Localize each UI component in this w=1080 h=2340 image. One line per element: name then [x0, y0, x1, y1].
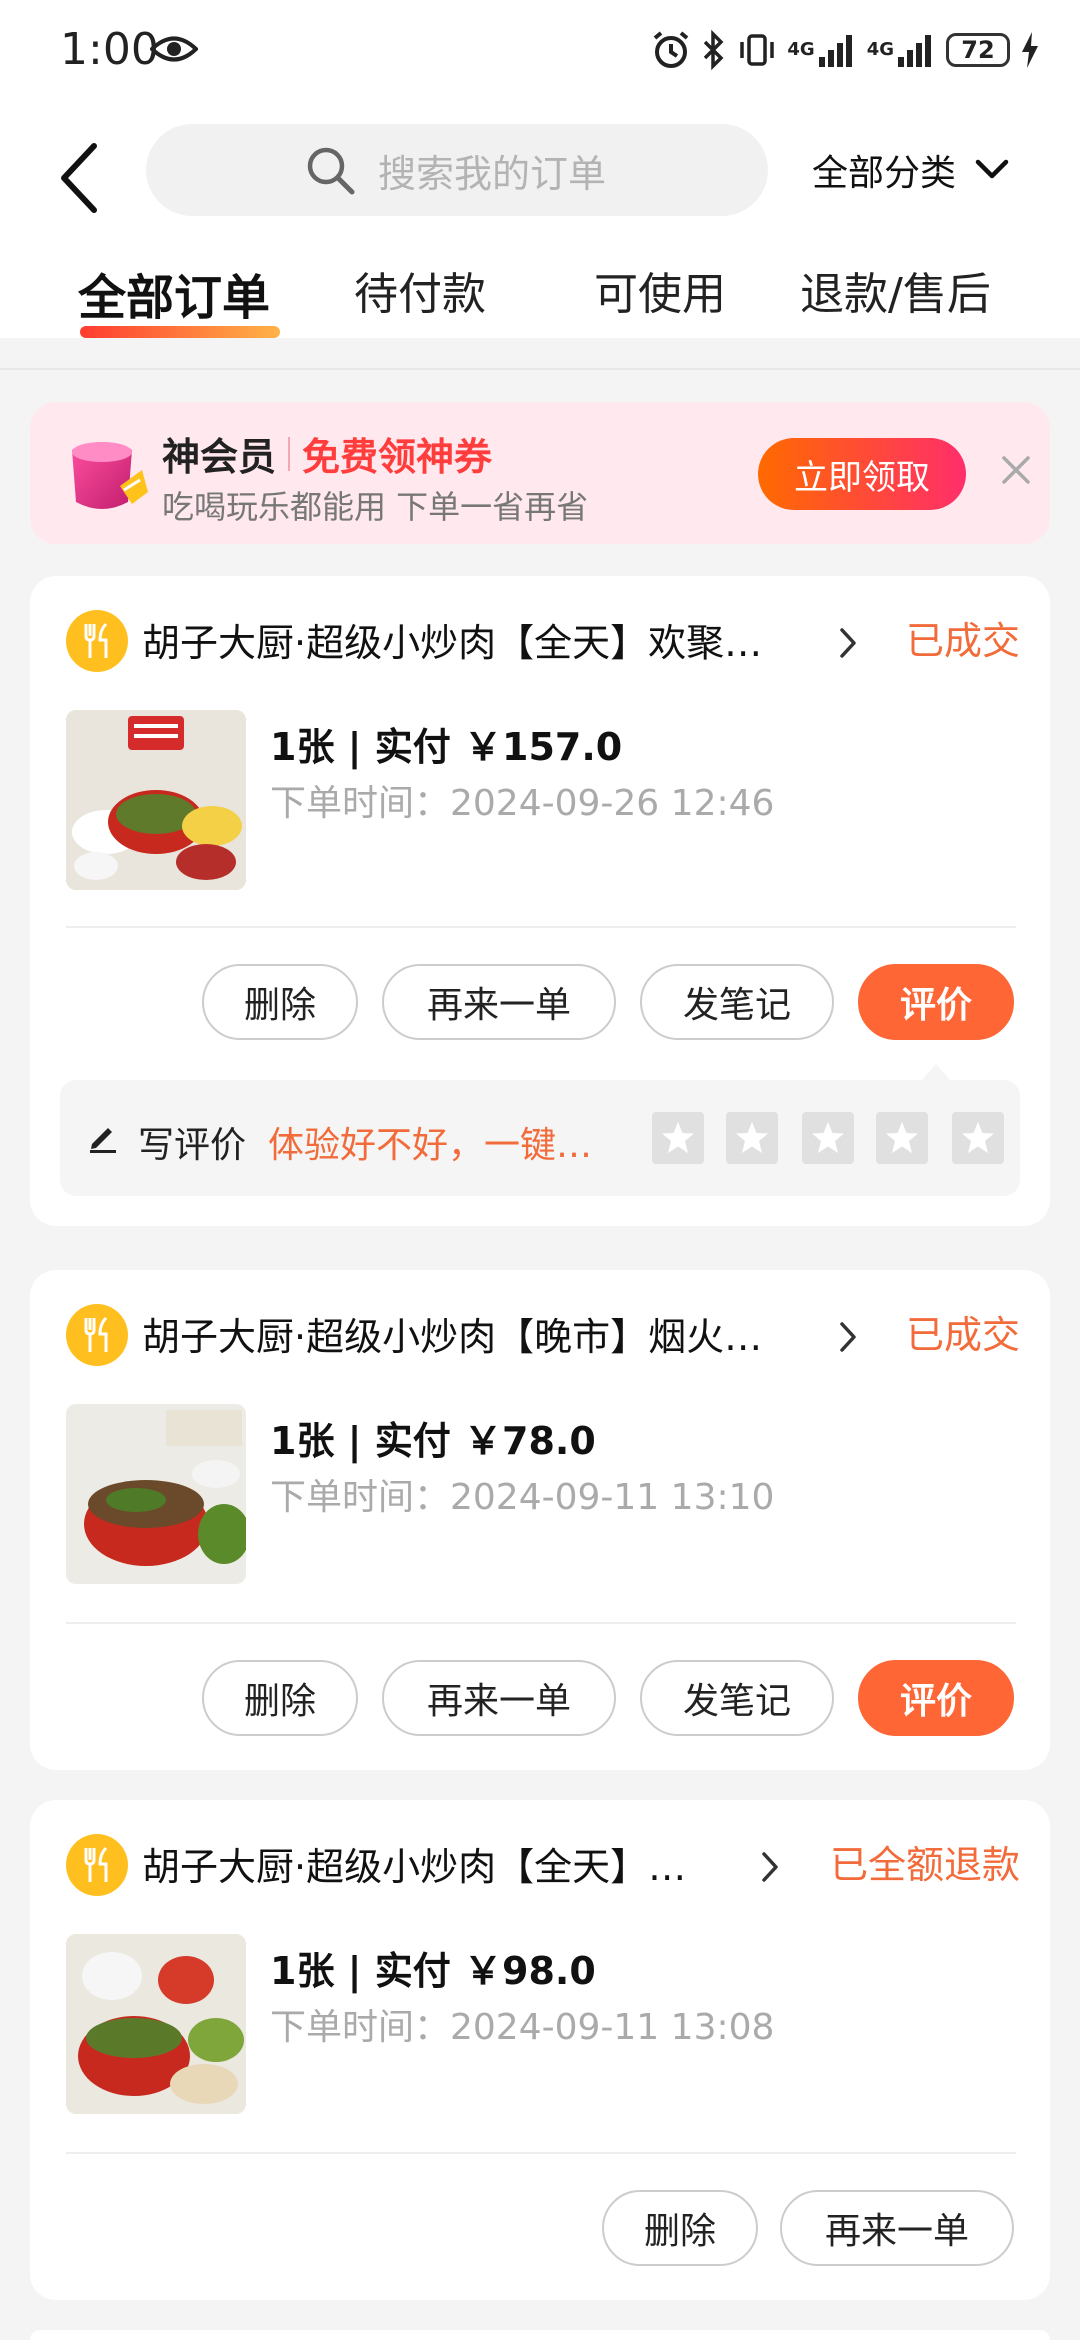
order-amount: 1张 | 实付 ￥98.0	[270, 1949, 596, 1993]
status-time: 1:00	[60, 24, 159, 75]
chevron-right-icon[interactable]	[834, 1318, 862, 1356]
header-divider	[0, 368, 1080, 370]
eye-icon	[150, 36, 198, 62]
tab-pending-payment[interactable]: 待付款	[354, 258, 486, 322]
order-status: 已成交	[905, 1313, 1020, 1357]
order-status: 已成交	[905, 619, 1020, 663]
post-note-button[interactable]: 发笔记	[640, 964, 834, 1040]
tab-usable[interactable]: 可使用	[594, 258, 726, 322]
order-time: 下单时间：2024-09-11 13:10	[270, 1477, 775, 1518]
tab-bar: 全部订单 待付款 可使用 退款/售后	[0, 258, 1080, 338]
card-divider	[66, 1622, 1016, 1624]
food-thumbnail[interactable]	[66, 1404, 246, 1584]
order-time: 下单时间：2024-09-26 12:46	[270, 783, 775, 824]
shop-name[interactable]: 胡子大厨·超级小炒肉【晚市】烟火…	[142, 1306, 822, 1361]
order-card[interactable]: 胡子大厨·超级小炒肉【晚市】烟火… 已成交 1张 | 实付 ￥78.0 下单时间…	[30, 1270, 1050, 1770]
charging-icon	[1022, 32, 1038, 68]
claim-button[interactable]: 立即领取	[758, 438, 966, 510]
chevron-right-icon[interactable]	[834, 624, 862, 662]
order-amount: 1张 | 实付 ￥78.0	[270, 1419, 596, 1463]
fork-knife-icon	[66, 1304, 128, 1366]
fork-knife-icon	[66, 1834, 128, 1896]
bluetooth-icon	[704, 29, 724, 71]
card-divider	[66, 2152, 1016, 2154]
close-icon[interactable]	[996, 450, 1036, 490]
order-card[interactable]: 胡子大厨·超级小炒肉【全天】… 已全额退款 1张 | 实付 ￥98.0 下单时间…	[30, 1800, 1050, 2300]
status-icons: 4G 4G 72	[651, 28, 1040, 72]
food-thumbnail[interactable]	[66, 710, 246, 890]
delete-button[interactable]: 删除	[602, 2190, 758, 2266]
review-prompt[interactable]: 写评价 体验好不好，一键…	[60, 1080, 1020, 1196]
status-bar: 1:00 4G 4G 72	[0, 0, 1080, 108]
tab-all-orders[interactable]: 全部订单	[78, 258, 270, 328]
star-icon[interactable]	[726, 1112, 778, 1164]
order-time: 下单时间：2024-09-11 13:08	[270, 2007, 775, 2048]
shop-name[interactable]: 胡子大厨·超级小炒肉【全天】欢聚…	[142, 612, 822, 667]
review-button[interactable]: 评价	[858, 1660, 1014, 1736]
alarm-icon	[654, 31, 689, 68]
search-placeholder: 搜索我的订单	[378, 151, 607, 196]
vibrate-icon	[740, 34, 775, 66]
tab-refund-aftersale[interactable]: 退款/售后	[800, 258, 991, 322]
review-label: 写评价	[138, 1125, 247, 1166]
category-dropdown[interactable]: 全部分类	[812, 138, 1010, 202]
signal-4g-icon: 4G	[787, 28, 856, 72]
back-arrow-icon[interactable]	[54, 138, 104, 218]
search-input[interactable]: 搜索我的订单	[146, 124, 768, 216]
star-icon[interactable]	[952, 1112, 1004, 1164]
order-card[interactable]	[30, 2330, 1050, 2340]
food-thumbnail[interactable]	[66, 1934, 246, 2114]
category-label: 全部分类	[812, 153, 957, 194]
shop-name[interactable]: 胡子大厨·超级小炒肉【全天】…	[142, 1836, 742, 1891]
reorder-button[interactable]: 再来一单	[382, 964, 616, 1040]
signal-4g-icon: 4G	[867, 28, 936, 72]
fork-knife-icon	[66, 610, 128, 672]
reorder-button[interactable]: 再来一单	[382, 1660, 616, 1736]
promo-member-label: 神会员	[162, 435, 277, 479]
post-note-button[interactable]: 发笔记	[640, 1660, 834, 1736]
star-icon[interactable]	[652, 1112, 704, 1164]
battery-indicator: 72	[946, 33, 1010, 67]
promo-highlight: 免费领神券	[302, 435, 493, 479]
promo-subtitle: 吃喝玩乐都能用 下单一省再省	[162, 488, 589, 526]
review-button[interactable]: 评价	[858, 964, 1014, 1040]
search-icon	[307, 147, 355, 195]
header: 搜索我的订单 全部分类 全部订单 待付款 可使用 退款/售后	[0, 108, 1080, 338]
promo-separator	[288, 436, 291, 471]
order-amount: 1张 | 实付 ￥157.0	[270, 725, 623, 769]
delete-button[interactable]: 删除	[202, 1660, 358, 1736]
star-icon[interactable]	[876, 1112, 928, 1164]
reorder-button[interactable]: 再来一单	[780, 2190, 1014, 2266]
promo-banner[interactable]: 神会员 免费领神券 吃喝玩乐都能用 下单一省再省 立即领取	[30, 402, 1050, 544]
card-divider	[66, 926, 1016, 928]
chevron-right-icon[interactable]	[756, 1848, 784, 1886]
delete-button[interactable]: 删除	[202, 964, 358, 1040]
chevron-down-icon	[975, 159, 1009, 179]
promo-title: 神会员 免费领神券	[162, 426, 492, 481]
order-status: 已全额退款	[829, 1843, 1020, 1887]
pen-icon	[90, 1128, 116, 1153]
order-card[interactable]: 胡子大厨·超级小炒肉【全天】欢聚… 已成交 1张 | 实付 ￥157.0 下单时…	[30, 576, 1050, 1226]
review-hint: 体验好不好，一键…	[268, 1125, 593, 1166]
star-icon[interactable]	[802, 1112, 854, 1164]
coupon-gift-icon	[72, 442, 148, 509]
